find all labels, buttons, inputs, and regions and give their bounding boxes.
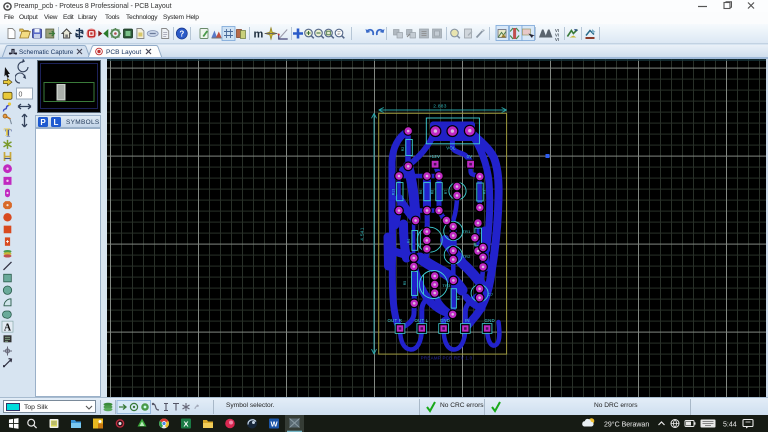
svg-text:PREAMP PCB REV 1.0: PREAMP PCB REV 1.0 [421,356,473,361]
svg-text:IN: IN [465,318,470,323]
svg-text:R7: R7 [444,190,448,195]
svg-text:5:44: 5:44 [723,422,737,429]
svg-text:R2: R2 [401,147,405,152]
svg-text:4.541: 4.541 [360,227,366,241]
svg-text:R3: R3 [483,190,487,195]
svg-text:R1: R1 [457,296,461,301]
svg-text:2.883: 2.883 [433,104,447,110]
svg-text:W: W [270,420,278,429]
svg-text:OUT R: OUT R [388,318,403,323]
svg-text:R13: R13 [392,189,396,195]
svg-text:C7: C7 [488,292,494,297]
svg-text:VI: VI [555,37,559,42]
svg-text:29°C Berawan: 29°C Berawan [604,421,649,429]
svg-text:PCB Layout: PCB Layout [106,49,141,56]
svg-text:R8: R8 [431,190,435,195]
svg-text:TR2: TR2 [462,254,471,259]
svg-text:OUT L: OUT L [414,318,428,323]
svg-text:0V: 0V [467,154,473,159]
svg-text:R6: R6 [419,190,423,195]
svg-text:0: 0 [19,92,23,99]
svg-text:A: A [4,322,12,333]
svg-text:GND: GND [485,318,495,323]
svg-text:R5: R5 [403,281,407,286]
svg-text:VOL: VOL [446,146,456,151]
svg-text:R4: R4 [407,239,411,244]
svg-text:Schematic Capture: Schematic Capture [19,49,74,56]
svg-text:TR1: TR1 [462,229,471,234]
svg-text:+12V: +12V [429,154,440,159]
svg-text:X: X [183,420,188,429]
svg-text:P: P [40,118,46,127]
svg-text:m: m [254,29,264,41]
svg-text:T: T [4,127,11,138]
svg-text:?: ? [179,30,184,39]
svg-text:L: L [54,118,59,127]
svg-text:GND: GND [440,318,450,323]
